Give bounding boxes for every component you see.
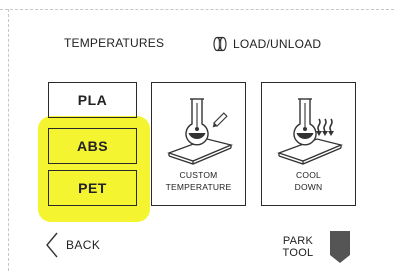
cool-down-label-line2: DOWN — [294, 182, 323, 192]
cool-down-label-line1: COOL — [296, 170, 321, 180]
tab-temperatures-label: TEMPERATURES — [64, 36, 165, 50]
left-dashed-border — [8, 9, 9, 271]
flask-pencil-icon — [166, 98, 233, 165]
back-button[interactable]: BACK — [46, 232, 100, 258]
custom-temperature-label-line2: TEMPERATURE — [165, 182, 232, 192]
material-button-pla[interactable]: PLA — [48, 82, 137, 118]
tab-temperatures[interactable]: TEMPERATURES — [64, 36, 164, 50]
park-tool-button[interactable]: PARK TOOL — [276, 231, 350, 263]
material-button-pet[interactable]: PET — [48, 170, 137, 206]
top-dashed-border — [0, 9, 394, 10]
custom-temperature-label-line1: CUSTOM — [179, 170, 218, 180]
back-label: BACK — [66, 238, 101, 252]
park-tool-icon — [330, 231, 350, 263]
park-tool-label: PARK TOOL — [276, 235, 320, 259]
material-label: PET — [78, 180, 107, 196]
flask-cooling-icon — [276, 98, 343, 165]
material-label: PLA — [77, 92, 108, 108]
chevron-left-icon — [46, 232, 58, 258]
custom-temperature-label: CUSTOM TEMPERATURE — [152, 169, 245, 193]
park-tool-label-line1: PARK — [282, 235, 314, 247]
cool-down-label: COOL DOWN — [262, 169, 355, 193]
cool-down-button[interactable]: COOL DOWN — [261, 82, 356, 206]
material-label: ABS — [76, 138, 109, 154]
park-tool-label-line2: TOOL — [282, 247, 314, 259]
tab-load-unload-label: LOAD/UNLOAD — [233, 37, 322, 51]
tab-load-unload[interactable]: LOAD/UNLOAD — [212, 36, 321, 52]
custom-temperature-button[interactable]: CUSTOM TEMPERATURE — [151, 82, 246, 206]
material-button-abs[interactable]: ABS — [48, 128, 137, 164]
filament-spool-icon — [213, 36, 227, 52]
